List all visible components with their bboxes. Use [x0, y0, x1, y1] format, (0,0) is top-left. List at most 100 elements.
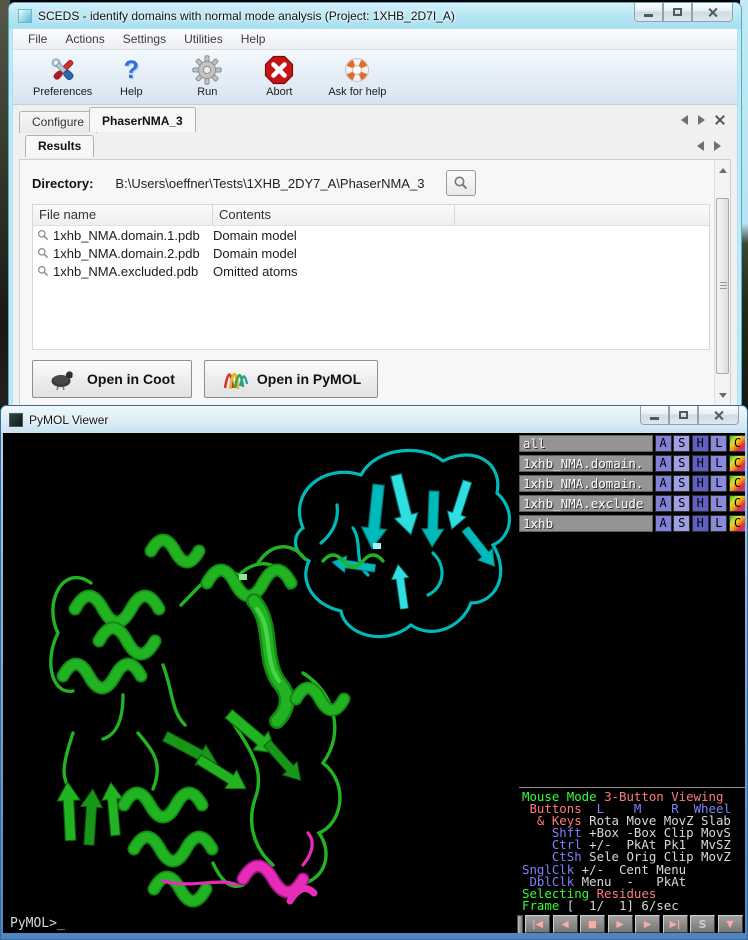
menu-file[interactable]: File [19, 30, 56, 48]
object-l-button[interactable]: L [710, 515, 727, 532]
object-a-button[interactable]: A [655, 435, 672, 452]
object-s-button[interactable]: S [673, 515, 690, 532]
goto-end-button[interactable]: ▶| [663, 915, 688, 933]
menu-help[interactable]: Help [232, 30, 275, 48]
sceds-window: SCEDS - identify domains with normal mod… [8, 2, 742, 406]
pymol-titlebar[interactable]: PyMOL Viewer [1, 406, 747, 433]
pymol-maximize-button[interactable] [669, 406, 698, 425]
molecule-viewport[interactable] [3, 433, 520, 933]
object-l-button[interactable]: L [710, 435, 727, 452]
sceds-app-icon [18, 9, 32, 23]
subtab-scroll-right-icon[interactable] [714, 141, 721, 151]
menu-settings[interactable]: Settings [114, 30, 175, 48]
tab-phasernma-3[interactable]: PhaserNMA_3 [89, 107, 196, 132]
main-tabstrip: Configure PhaserNMA_3 [13, 105, 737, 133]
minimize-icon [644, 14, 653, 17]
object-s-button[interactable]: S [673, 495, 690, 512]
object-c-button[interactable]: C [729, 435, 745, 452]
object-l-button[interactable]: L [710, 495, 727, 512]
object-c-button[interactable]: C [729, 515, 745, 532]
object-a-button[interactable]: A [655, 475, 672, 492]
pymol-minimize-button[interactable] [640, 406, 669, 425]
object-l-button[interactable]: L [710, 455, 727, 472]
object-h-button[interactable]: H [692, 455, 709, 472]
help-button[interactable]: ? Help [102, 53, 160, 100]
pymol-app-icon [9, 413, 23, 427]
object-row: allASHLC [519, 435, 745, 452]
close-icon [707, 7, 718, 18]
object-h-button[interactable]: H [692, 475, 709, 492]
column-file-name[interactable]: File name [33, 205, 213, 225]
scene-button[interactable]: S [690, 915, 715, 933]
column-contents[interactable]: Contents [213, 205, 455, 225]
browse-directory-button[interactable] [446, 170, 476, 196]
open-in-coot-button[interactable]: Open in Coot [32, 360, 192, 398]
object-s-button[interactable]: S [673, 475, 690, 492]
goto-start-button[interactable]: |◀ [525, 915, 550, 933]
file-row[interactable]: 1xhb_NMA.excluded.pdbOmitted atoms [33, 262, 709, 280]
subtab-scroll-left-icon[interactable] [697, 141, 704, 151]
object-name[interactable]: 1xhb [519, 515, 653, 532]
scrollbar-thumb[interactable] [716, 198, 729, 374]
object-name[interactable]: 1xhb_NMA.exclude [519, 495, 653, 512]
object-h-button[interactable]: H [692, 515, 709, 532]
preferences-button[interactable]: Preferences [23, 53, 102, 100]
scroll-down-icon[interactable] [715, 387, 731, 403]
file-table-header[interactable]: File name Contents [33, 205, 709, 226]
object-h-button[interactable]: H [692, 495, 709, 512]
object-l-button[interactable]: L [710, 475, 727, 492]
mouse-mode-line: Frame [ 1/ 1] 6/sec [522, 900, 745, 912]
tab-configure[interactable]: Configure [19, 111, 97, 133]
pymol-ribbon-icon [221, 366, 249, 392]
stop-button[interactable]: ■ [580, 915, 605, 933]
object-c-button[interactable]: C [729, 455, 745, 472]
file-row[interactable]: 1xhb_NMA.domain.2.pdbDomain model [33, 244, 709, 262]
maximize-button[interactable] [663, 3, 692, 22]
object-c-button[interactable]: C [729, 495, 745, 512]
object-s-button[interactable]: S [673, 435, 690, 452]
tab-scroll-left-icon[interactable] [681, 115, 688, 125]
tab-close-icon[interactable] [715, 115, 725, 125]
tab-results[interactable]: Results [25, 135, 94, 157]
object-a-button[interactable]: A [655, 515, 672, 532]
run-button[interactable]: Run [178, 53, 236, 100]
menu-utilities[interactable]: Utilities [175, 30, 232, 48]
object-name[interactable]: all [519, 435, 653, 452]
object-name[interactable]: 1xhb_NMA.domain. [519, 455, 653, 472]
step-back-button[interactable]: ◀ [553, 915, 578, 933]
object-s-button[interactable]: S [673, 455, 690, 472]
results-scrollbar[interactable] [714, 160, 730, 405]
close-button[interactable] [692, 3, 733, 22]
object-a-button[interactable]: A [655, 495, 672, 512]
tab-scroll-right-icon[interactable] [698, 115, 705, 125]
object-h-button[interactable]: H [692, 435, 709, 452]
step-forward-button[interactable]: ▶ [635, 915, 660, 933]
cyan-domain [295, 450, 509, 636]
abort-label: Abort [266, 86, 292, 98]
file-table-body: 1xhb_NMA.domain.1.pdbDomain model1xhb_NM… [33, 226, 709, 280]
file-row[interactable]: 1xhb_NMA.domain.1.pdbDomain model [33, 226, 709, 244]
object-a-button[interactable]: A [655, 455, 672, 472]
sub-tabstrip: Results [13, 133, 737, 159]
ask-for-help-button[interactable]: Ask for help [318, 53, 396, 100]
object-name[interactable]: 1xhb_NMA.domain. [519, 475, 653, 492]
open-in-pymol-button[interactable]: Open in PyMOL [204, 360, 378, 398]
object-c-button[interactable]: C [729, 475, 745, 492]
screen: SCEDS - identify domains with normal mod… [0, 0, 748, 940]
menu-actions[interactable]: Actions [56, 30, 113, 48]
menu-dropdown-button[interactable]: ▼ [718, 915, 743, 933]
help-label: Help [120, 86, 143, 98]
magnifier-icon [37, 265, 49, 277]
play-button[interactable]: ▶ [608, 915, 633, 933]
panel-grip-handle[interactable] [517, 915, 523, 934]
scroll-up-icon[interactable] [715, 162, 731, 178]
file-table[interactable]: File name Contents 1xhb_NMA.domain.1.pdb… [32, 204, 710, 350]
minimize-button[interactable] [634, 3, 663, 22]
close-icon [713, 410, 724, 421]
pymol-command-prompt[interactable]: PyMOL>_ [10, 916, 65, 931]
abort-button[interactable]: Abort [250, 53, 308, 100]
maximize-icon [679, 411, 688, 419]
pymol-close-button[interactable] [698, 406, 739, 425]
file-name: 1xhb_NMA.excluded.pdb [53, 264, 198, 279]
sceds-titlebar[interactable]: SCEDS - identify domains with normal mod… [9, 3, 741, 29]
